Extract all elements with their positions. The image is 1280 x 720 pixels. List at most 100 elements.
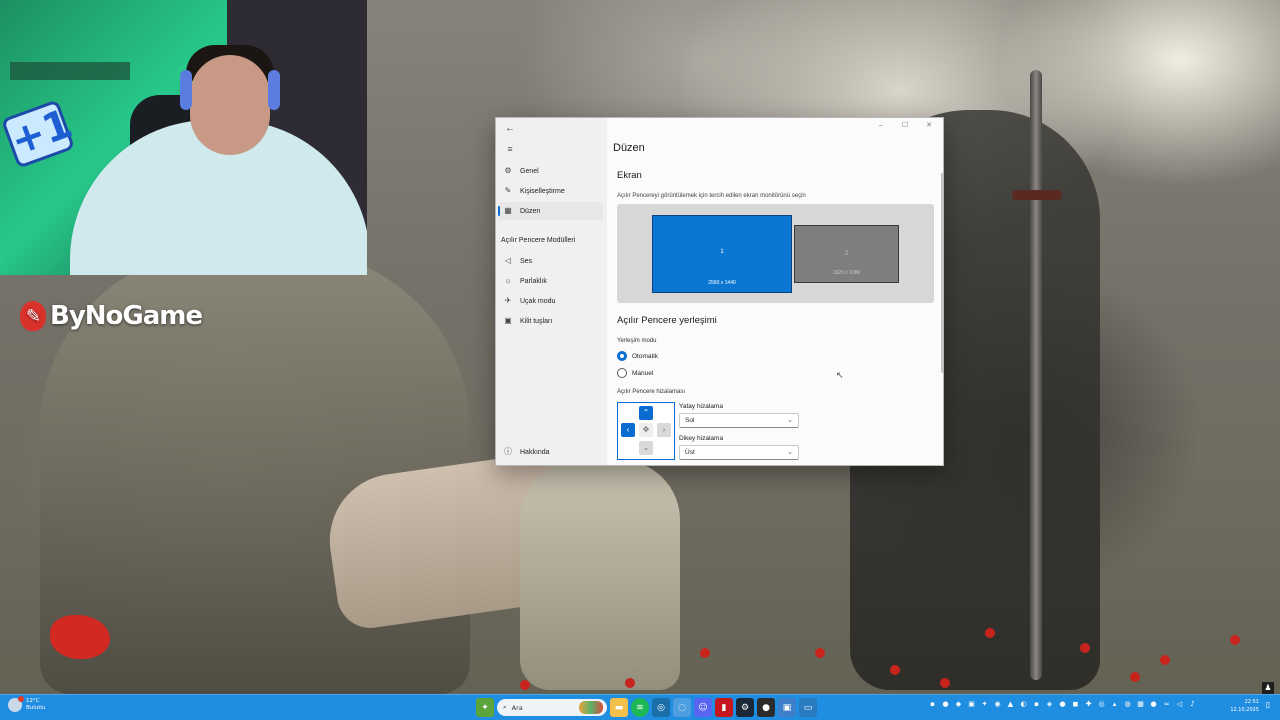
horizontal-alignment-dropdown[interactable]: Sol ⌄ bbox=[679, 413, 799, 428]
wifi-icon[interactable]: ≈ bbox=[1162, 700, 1171, 709]
radio-selected-indicator bbox=[617, 351, 627, 361]
nav-item-personalization[interactable]: ✎ Kişiselleştirme bbox=[498, 182, 603, 200]
monitor-app-icon[interactable]: ▣ bbox=[778, 698, 796, 717]
monitor-resolution: 1920 x 1080 bbox=[832, 270, 861, 276]
red-app-icon[interactable]: ▮ bbox=[715, 698, 733, 717]
sun-icon: ☼ bbox=[504, 276, 512, 285]
gear-icon: ⚙ bbox=[504, 166, 512, 175]
monitor-selector: 1 2560 x 1440 2 1920 x 1080 bbox=[617, 204, 934, 303]
wallpaper-poppy bbox=[1160, 655, 1170, 665]
nav-item-brightness[interactable]: ☼ Parlaklık bbox=[498, 272, 603, 290]
steam-icon[interactable]: ⚙ bbox=[736, 698, 754, 717]
align-center-icon[interactable]: ✥ bbox=[639, 423, 653, 437]
alignment-label: Açılır Pencere hizalaması bbox=[617, 389, 686, 395]
spotify-icon[interactable]: ≋ bbox=[631, 698, 649, 717]
monitor-1[interactable]: 1 2560 x 1440 bbox=[652, 215, 792, 293]
start-button-icon[interactable]: ✦ bbox=[476, 698, 494, 717]
tray-icon[interactable]: ◍ bbox=[1123, 700, 1132, 709]
brand-logo-icon: ✎ bbox=[20, 301, 46, 331]
clock-time: 22:51 bbox=[1244, 699, 1259, 705]
tray-icon[interactable]: ✦ bbox=[980, 700, 989, 709]
taskbar-clock[interactable]: 22:51 12.10.2025 bbox=[1227, 698, 1259, 714]
obs-icon[interactable]: ● bbox=[757, 698, 775, 717]
tray-icon[interactable]: ● bbox=[1149, 700, 1158, 709]
back-arrow-icon[interactable]: ← bbox=[502, 121, 518, 137]
weather-widget[interactable]: 12°C Bulutlu bbox=[8, 696, 45, 712]
settings-navigation: ← ≡ ⚙ Genel ✎ Kişiselleştirme ▦ Düzen Aç… bbox=[496, 118, 607, 465]
wallpaper-poppy bbox=[1230, 635, 1240, 645]
tray-icon[interactable]: ◐ bbox=[1019, 700, 1028, 709]
nav-item-airplane-mode[interactable]: ✈ Uçak modu bbox=[498, 292, 603, 310]
nav-item-layout[interactable]: ▦ Düzen bbox=[498, 202, 603, 220]
alignment-picker: ⌃ ‹ ✥ › ⌄ bbox=[617, 402, 675, 460]
content-scrollbar[interactable] bbox=[941, 173, 943, 373]
search-highlight-icon bbox=[579, 701, 603, 714]
window-app-icon[interactable]: ▭ bbox=[799, 698, 817, 717]
nav-item-label: Düzen bbox=[520, 207, 541, 215]
monitor-2[interactable]: 2 1920 x 1080 bbox=[794, 225, 899, 283]
file-explorer-icon[interactable]: ▬ bbox=[610, 698, 628, 717]
dropdown-value: Üst bbox=[685, 449, 695, 456]
tray-icon[interactable]: ◼ bbox=[1071, 700, 1080, 709]
maximize-button[interactable]: ☐ bbox=[893, 120, 917, 132]
nav-item-about[interactable]: ⓘ Hakkında bbox=[498, 443, 603, 461]
nav-item-label: Uçak modu bbox=[520, 297, 556, 305]
headset-earcup-right bbox=[268, 70, 280, 110]
tray-icon[interactable]: ▣ bbox=[967, 700, 976, 709]
tray-icon[interactable]: ✚ bbox=[1084, 700, 1093, 709]
wallpaper-poppy bbox=[815, 648, 825, 658]
tray-icon[interactable]: ▴ bbox=[1110, 700, 1119, 709]
settings-content: – ☐ ✕ Düzen Ekran Açılır Pencereyi görün… bbox=[607, 118, 943, 465]
plus-one-sign: +1 bbox=[0, 99, 78, 169]
taskbar: 12°C Bulutlu ✦ ⌕ Ara ▬ ≋ ◎ ◌ ☺ ▮ ⚙ ● ▣ ▭… bbox=[0, 694, 1280, 720]
search-placeholder: Ara bbox=[511, 703, 523, 712]
vertical-alignment-dropdown[interactable]: Üst ⌄ bbox=[679, 445, 799, 460]
chevron-down-icon: ⌄ bbox=[787, 449, 793, 456]
settings-window: ← ≡ ⚙ Genel ✎ Kişiselleştirme ▦ Düzen Aç… bbox=[495, 117, 944, 466]
placement-mode-label: Yerleşim modu bbox=[617, 338, 657, 344]
weather-condition: Bulutlu bbox=[26, 705, 46, 711]
tray-icon[interactable]: ● bbox=[941, 700, 950, 709]
monitor-resolution: 2560 x 1440 bbox=[708, 280, 736, 286]
monitor-number: 1 bbox=[720, 249, 724, 256]
info-icon: ⓘ bbox=[504, 447, 512, 456]
volume-icon[interactable]: ◁ bbox=[1175, 700, 1184, 709]
tray-icon[interactable]: ● bbox=[1058, 700, 1067, 709]
notification-bell-icon[interactable]: ▯ bbox=[1262, 700, 1274, 714]
tray-icon[interactable]: ◆ bbox=[954, 700, 963, 709]
settings-app-icon[interactable]: ◌ bbox=[673, 698, 691, 717]
align-down-button[interactable]: ⌄ bbox=[639, 441, 653, 455]
tray-icon[interactable]: ▦ bbox=[1136, 700, 1145, 709]
align-left-button[interactable]: ‹ bbox=[621, 423, 635, 437]
system-tray: ▪ ● ◆ ▣ ✦ ◉ ▲ ◐ ▪ ◈ ● ◼ ✚ ◎ ▴ ◍ ▦ ● ≈ ◁ … bbox=[928, 700, 1197, 709]
nav-item-label: Genel bbox=[520, 167, 539, 175]
display-section-description: Açılır Pencereyi görüntülemek için terci… bbox=[617, 193, 806, 199]
discord-icon[interactable]: ☺ bbox=[694, 698, 712, 717]
align-up-button[interactable]: ⌃ bbox=[639, 406, 653, 420]
taskbar-search[interactable]: ⌕ Ara bbox=[497, 699, 607, 716]
nav-item-general[interactable]: ⚙ Genel bbox=[498, 162, 603, 180]
align-right-button[interactable]: › bbox=[657, 423, 671, 437]
weather-cloud-icon bbox=[8, 696, 24, 712]
radio-manual[interactable]: Manuel bbox=[617, 368, 653, 378]
brand-name: ByNoGame bbox=[50, 301, 203, 331]
wallpaper-poppy bbox=[50, 615, 110, 659]
weather-temperature: 12°C bbox=[26, 698, 40, 704]
tray-icon[interactable]: ◉ bbox=[993, 700, 1002, 709]
close-button[interactable]: ✕ bbox=[917, 120, 941, 132]
browser-icon[interactable]: ◎ bbox=[652, 698, 670, 717]
tray-icon[interactable]: ▪ bbox=[928, 700, 937, 709]
weather-text: 12°C Bulutlu bbox=[26, 698, 45, 712]
microphone-icon[interactable]: ♪ bbox=[1188, 700, 1197, 709]
nav-item-volume[interactable]: ◁ Ses bbox=[498, 252, 603, 270]
tray-icon[interactable]: ◎ bbox=[1097, 700, 1106, 709]
tray-icon[interactable]: ▲ bbox=[1006, 700, 1015, 709]
hamburger-menu-icon[interactable]: ≡ bbox=[502, 141, 518, 157]
headset-earcup-left bbox=[180, 70, 192, 110]
minimize-button[interactable]: – bbox=[869, 120, 893, 132]
tray-icon[interactable]: ▪ bbox=[1032, 700, 1041, 709]
radio-automatic[interactable]: Otomatik bbox=[617, 351, 658, 361]
nav-item-lock-keys[interactable]: ▣ Kilit tuşları bbox=[498, 312, 603, 330]
radio-label: Otomatik bbox=[632, 352, 659, 360]
tray-icon[interactable]: ◈ bbox=[1045, 700, 1054, 709]
